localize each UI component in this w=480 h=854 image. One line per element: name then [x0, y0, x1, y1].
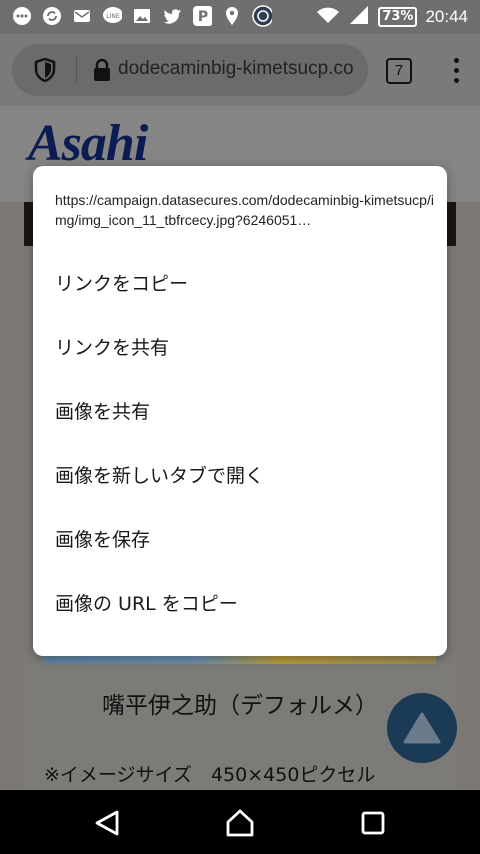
notification-icons: LINE P [12, 5, 272, 27]
home-icon [226, 809, 254, 837]
browser-toolbar: dodecaminbig-kimetsucp.co 7 [0, 34, 480, 106]
url-text: dodecaminbig-kimetsucp.co [118, 58, 354, 79]
battery-indicator: 73% [378, 7, 418, 27]
wifi-icon [316, 5, 340, 29]
address-bar[interactable]: dodecaminbig-kimetsucp.co [12, 44, 368, 96]
home-button[interactable] [225, 808, 255, 838]
system-nav-bar [0, 790, 480, 854]
shield-icon[interactable] [34, 57, 56, 86]
menu-item-share-image[interactable]: 画像を共有 [55, 397, 425, 424]
menu-item-copy-image-url[interactable]: 画像の URL をコピー [55, 589, 425, 616]
mail-icon [72, 6, 92, 26]
back-icon [95, 810, 119, 836]
image-icon [132, 6, 152, 26]
image-size-caption: ※イメージサイズ 450×450ピクセル [44, 764, 376, 786]
vpn-icon [252, 5, 272, 27]
menu-item-save-image[interactable]: 画像を保存 [55, 525, 425, 552]
status-bar: LINE P 73% 20:44 [0, 0, 480, 34]
signal-icon [348, 5, 370, 29]
overflow-menu-icon[interactable] [446, 58, 466, 86]
p-app-icon: P [192, 6, 212, 26]
back-button[interactable] [92, 808, 122, 838]
location-icon [222, 6, 242, 26]
recents-icon [361, 811, 385, 835]
context-menu-url: https://campaign.datasecures.com/dodecam… [55, 192, 434, 228]
svg-text:LINE: LINE [106, 13, 120, 20]
lock-icon [92, 58, 112, 86]
tab-switcher-button[interactable]: 7 [386, 58, 412, 84]
svg-text:P: P [198, 9, 208, 25]
menu-item-copy-link[interactable]: リンクをコピー [55, 269, 425, 296]
more-icon [12, 6, 32, 26]
scroll-to-top-button[interactable] [387, 693, 457, 763]
image-context-menu: https://campaign.datasecures.com/dodecam… [33, 166, 447, 656]
twitter-icon [162, 6, 182, 26]
divider [76, 56, 77, 84]
recents-button[interactable] [358, 808, 388, 838]
menu-item-share-link[interactable]: リンクを共有 [55, 333, 425, 360]
triangle-up-icon [403, 712, 441, 744]
clock: 20:44 [425, 7, 468, 26]
line-icon: LINE [102, 6, 122, 26]
asahi-logo[interactable]: Asahi [28, 114, 148, 173]
system-indicators: 73% 20:44 [316, 5, 468, 29]
sync-icon [42, 6, 62, 26]
menu-item-open-image-new-tab[interactable]: 画像を新しいタブで開く [55, 461, 425, 488]
